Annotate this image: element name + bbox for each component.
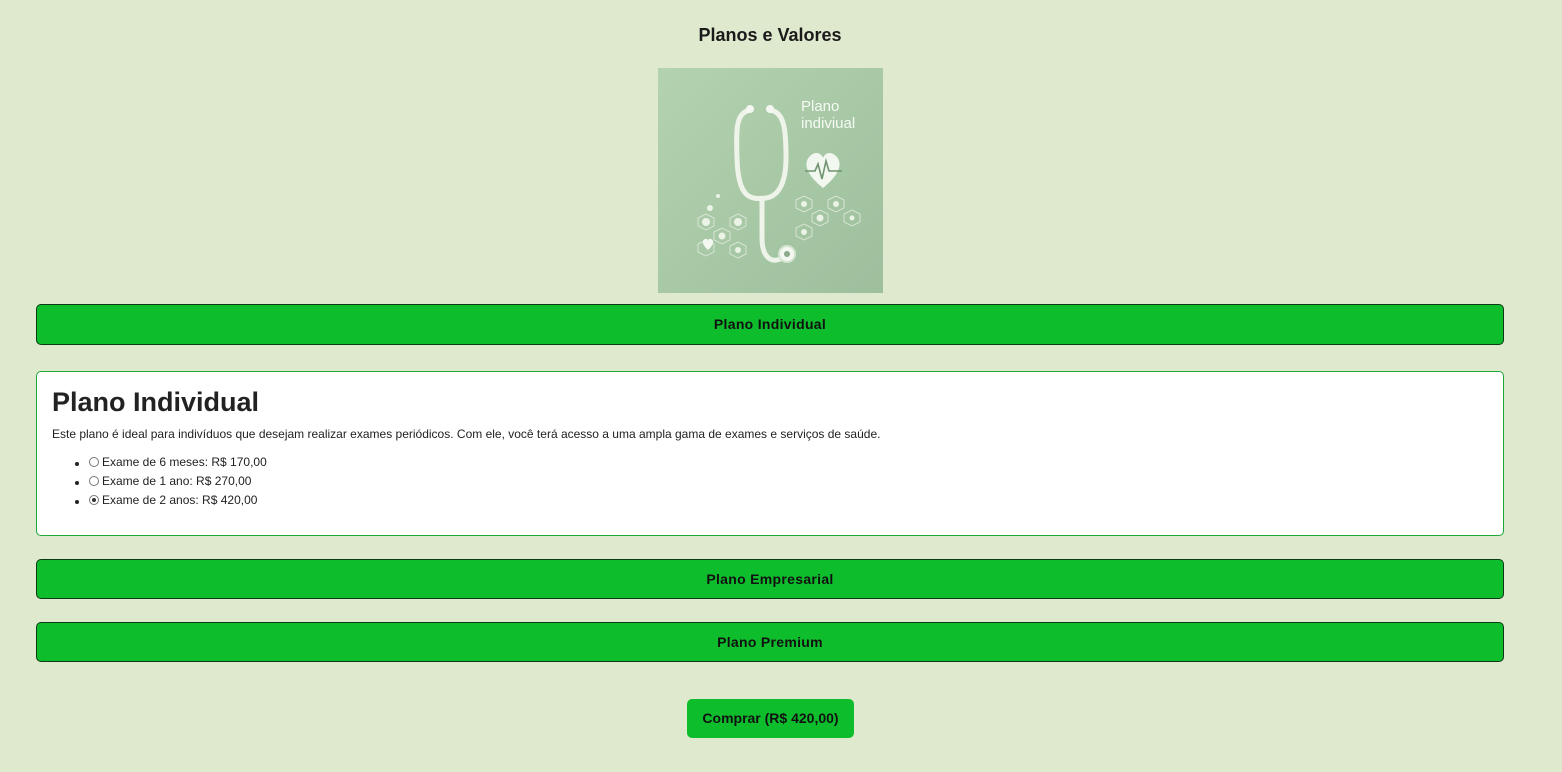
plan-premium-button[interactable]: Plano Premium [36, 622, 1504, 662]
option-label: Exame de 1 ano: R$ 270,00 [102, 474, 252, 488]
option-label: Exame de 2 anos: R$ 420,00 [102, 493, 258, 507]
panel-description: Este plano é ideal para indivíduos que d… [52, 427, 881, 441]
buy-button[interactable]: Comprar (R$ 420,00) [687, 699, 854, 738]
plan-hero-image: Plano indiviual [658, 68, 883, 293]
page-title: Planos e Valores [698, 25, 842, 45]
plan-individual-button[interactable]: Plano Individual [36, 304, 1504, 345]
list-item: Exame de 1 ano: R$ 270,00 [89, 472, 1488, 491]
radio-6-months[interactable] [89, 457, 99, 467]
option-2-years[interactable]: Exame de 2 anos: R$ 420,00 [89, 491, 257, 509]
list-item: Exame de 6 meses: R$ 170,00 [89, 453, 1488, 472]
option-label: Exame de 6 meses: R$ 170,00 [102, 455, 267, 469]
plan-individual-panel: Plano Individual Este plano é ideal para… [36, 371, 1504, 536]
list-item: Exame de 2 anos: R$ 420,00 [89, 491, 1488, 510]
option-6-months[interactable]: Exame de 6 meses: R$ 170,00 [89, 453, 267, 471]
exam-options-list: Exame de 6 meses: R$ 170,00 Exame de 1 a… [52, 453, 1488, 510]
hero-text-line2: indiviual [801, 115, 855, 132]
radio-1-year[interactable] [89, 476, 99, 486]
radio-2-years[interactable] [89, 495, 99, 505]
plan-empresarial-button[interactable]: Plano Empresarial [36, 559, 1504, 599]
panel-heading: Plano Individual [52, 387, 260, 417]
hero-text-line1: Plano [801, 98, 839, 115]
option-1-year[interactable]: Exame de 1 ano: R$ 270,00 [89, 472, 251, 490]
